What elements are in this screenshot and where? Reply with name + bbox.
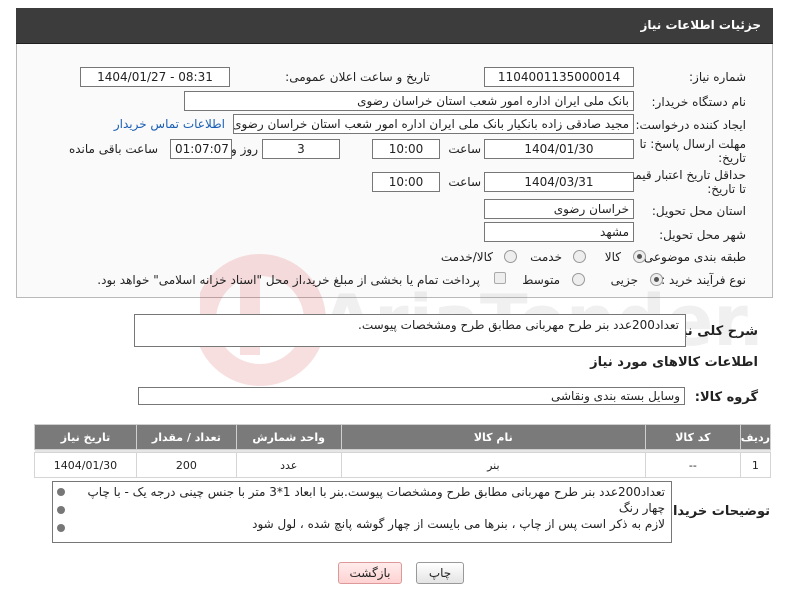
announce-label: تاریخ و ساعت اعلان عمومی: <box>285 70 430 84</box>
buyer-contact-link[interactable]: اطلاعات تماس خریدار <box>114 117 225 131</box>
validity-label-2: تا تاریخ: <box>707 182 746 196</box>
table-row: 1 -- بنر عدد 200 1404/01/30 <box>34 452 772 478</box>
description-field[interactable]: تعداد200عدد بنر طرح مهربانی مطابق طرح وم… <box>134 314 686 347</box>
remaining-time-label: ساعت باقی مانده <box>68 142 158 156</box>
treasury-note: پرداخت تمام یا بخشی از مبلغ خرید،از محل … <box>97 273 480 287</box>
requester-field: مجید صادقی زاده بانکیار بانک ملی ایران ا… <box>233 114 634 134</box>
cell-qty: 200 <box>135 452 237 478</box>
deadline-days-label: روز و <box>231 142 258 156</box>
process-radio-minor[interactable] <box>650 273 663 286</box>
deadline-label-1: مهلت ارسال پاسخ: تا <box>639 137 746 151</box>
city-field: مشهد <box>484 222 634 242</box>
back-button[interactable]: بازگشت <box>338 562 402 584</box>
print-button[interactable]: چاپ <box>416 562 464 584</box>
buyer-notes-line-1: تعداد200عدد بنر طرح مهربانی مطابق طرح وم… <box>87 485 665 499</box>
notes-scrollbar[interactable] <box>54 484 68 540</box>
category-option-goods-service: کالا/خدمت <box>440 250 493 264</box>
panel-title: جزئیات اطلاعات نیاز <box>640 18 761 32</box>
validity-time-field: 10:00 <box>372 172 440 192</box>
col-code-header: کد کالا <box>644 424 741 450</box>
deadline-days-field: 3 <box>262 139 340 159</box>
remaining-time-field: 01:07:07 <box>170 139 232 159</box>
need-number-field: 1104001135000014 <box>484 67 634 87</box>
deadline-label-2: تاریخ: <box>718 151 746 165</box>
goods-group-label: گروه کالا: <box>694 390 758 405</box>
goods-group-field: وسایل بسته بندی ونقاشی <box>138 387 685 405</box>
requester-label: ایجاد کننده درخواست: <box>635 118 746 132</box>
col-unit-header: واحد شمارش <box>235 424 342 450</box>
col-qty-header: تعداد / مقدار <box>135 424 237 450</box>
deadline-date-field: 1404/01/30 <box>484 139 634 159</box>
cell-code: -- <box>644 452 741 478</box>
category-option-service: خدمت <box>530 250 562 264</box>
buyer-org-label: نام دستگاه خریدار: <box>651 95 747 109</box>
deadline-time-field: 10:00 <box>372 139 440 159</box>
cell-date: 1404/01/30 <box>34 452 137 478</box>
process-option-medium: متوسط <box>522 273 560 287</box>
goods-table: ردیف کد کالا نام کالا واحد شمارش تعداد /… <box>34 424 772 478</box>
city-label: شهر محل تحویل: <box>659 228 746 242</box>
category-radio-goods[interactable] <box>633 250 646 263</box>
need-number-label: شماره نیاز: <box>689 70 746 84</box>
panel-header: جزئیات اطلاعات نیاز <box>16 8 773 44</box>
process-option-minor: جزیی <box>610 273 638 287</box>
col-row-header: ردیف <box>739 424 772 450</box>
deadline-time-label: ساعت <box>448 142 481 156</box>
treasury-checkbox[interactable] <box>494 272 506 284</box>
buyer-notes-line-2: چهار رنگ <box>618 501 665 515</box>
process-radio-medium[interactable] <box>572 273 585 286</box>
category-radio-service[interactable] <box>573 250 586 263</box>
buyer-notes-label: توضیحات خریدار: <box>660 504 770 519</box>
process-label: نوع فرآیند خرید : <box>661 273 746 287</box>
cell-unit: عدد <box>235 452 342 478</box>
col-name-header: نام کالا <box>340 424 646 450</box>
validity-date-field: 1404/03/31 <box>484 172 634 192</box>
cell-name: بنر <box>340 452 646 478</box>
buyer-notes-line-3: لازم به ذکر است پس از چاپ ، بنرها می بای… <box>252 517 665 531</box>
cell-row: 1 <box>739 452 772 478</box>
province-label: استان محل تحویل: <box>651 204 746 218</box>
category-option-goods: کالا <box>604 250 621 264</box>
buyer-notes-field[interactable]: تعداد200عدد بنر طرح مهربانی مطابق طرح وم… <box>52 481 672 543</box>
province-field: خراسان رضوی <box>484 199 634 219</box>
validity-time-label: ساعت <box>448 175 481 189</box>
col-date-header: تاریخ نیاز <box>34 424 137 450</box>
validity-label-1: حداقل تاریخ اعتبار قیمت: <box>619 168 746 182</box>
goods-section-title: اطلاعات کالاهای مورد نیاز <box>590 355 758 370</box>
category-radio-goods-service[interactable] <box>504 250 517 263</box>
buyer-org-field: بانک ملی ایران اداره امور شعب استان خراس… <box>184 91 634 111</box>
category-label: طبقه بندی موضوعی: <box>639 250 746 264</box>
announce-field: 1404/01/27 - 08:31 <box>80 67 230 87</box>
